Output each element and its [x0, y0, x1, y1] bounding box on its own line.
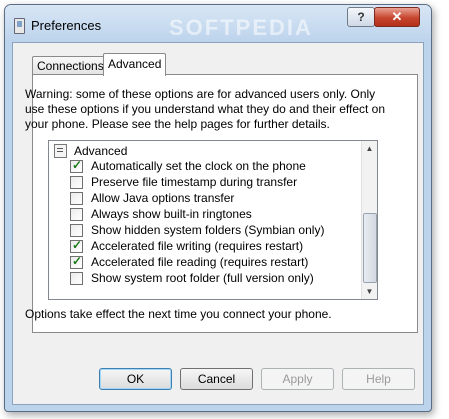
app-window-icon	[14, 18, 25, 34]
checkbox[interactable]	[70, 224, 83, 237]
checkbox-checked[interactable]	[70, 158, 83, 173]
checkbox[interactable]	[70, 208, 83, 221]
option-label: Preserve file timestamp during transfer	[91, 175, 298, 189]
preferences-dialog: Preferences SOFTPEDIA ? ✕ Connections Ad…	[4, 4, 432, 412]
option-label: Show system root folder (full version on…	[91, 271, 314, 285]
ok-button[interactable]: OK	[99, 368, 172, 390]
settings-list-icon	[54, 144, 67, 158]
option-label: Show hidden system folders (Symbian only…	[91, 223, 325, 237]
scroll-up-arrow-icon[interactable]: ▲	[362, 141, 377, 156]
cancel-button[interactable]: Cancel	[180, 368, 253, 390]
tab-advanced[interactable]: Advanced	[103, 53, 167, 76]
title-bar[interactable]: Preferences SOFTPEDIA ? ✕	[5, 5, 431, 43]
option-label: Always show built-in ringtones	[91, 207, 252, 221]
window-title: Preferences	[31, 18, 102, 33]
option-label: Accelerated file writing (requires resta…	[91, 239, 304, 253]
scroll-thumb[interactable]	[363, 213, 377, 283]
checkbox[interactable]	[70, 176, 83, 189]
tab-connections[interactable]: Connections	[32, 56, 109, 75]
checkbox-checked[interactable]	[70, 238, 83, 253]
options-scrollbar[interactable]: ▲ ▼	[361, 141, 377, 299]
option-label: Automatically set the clock on the phone	[91, 159, 306, 173]
help-button[interactable]: Help	[342, 368, 415, 390]
options-group-label: Advanced	[74, 144, 128, 158]
warning-text: Warning: some of these options are for a…	[25, 87, 386, 131]
help-title-button[interactable]: ?	[347, 7, 375, 27]
scroll-down-arrow-icon[interactable]: ▼	[362, 284, 377, 299]
checkbox[interactable]	[70, 192, 83, 205]
watermark: SOFTPEDIA	[169, 15, 313, 40]
footer-note: Options take effect the next time you co…	[25, 307, 332, 321]
option-label: Allow Java options transfer	[91, 191, 235, 205]
apply-button[interactable]: Apply	[261, 368, 334, 390]
option-label: Accelerated file reading (requires resta…	[91, 255, 309, 269]
checkbox-checked[interactable]	[70, 254, 83, 269]
close-button[interactable]: ✕	[374, 7, 420, 27]
checkbox[interactable]	[70, 272, 83, 285]
options-list[interactable]: Advanced Automatically set the clock on …	[48, 140, 378, 300]
